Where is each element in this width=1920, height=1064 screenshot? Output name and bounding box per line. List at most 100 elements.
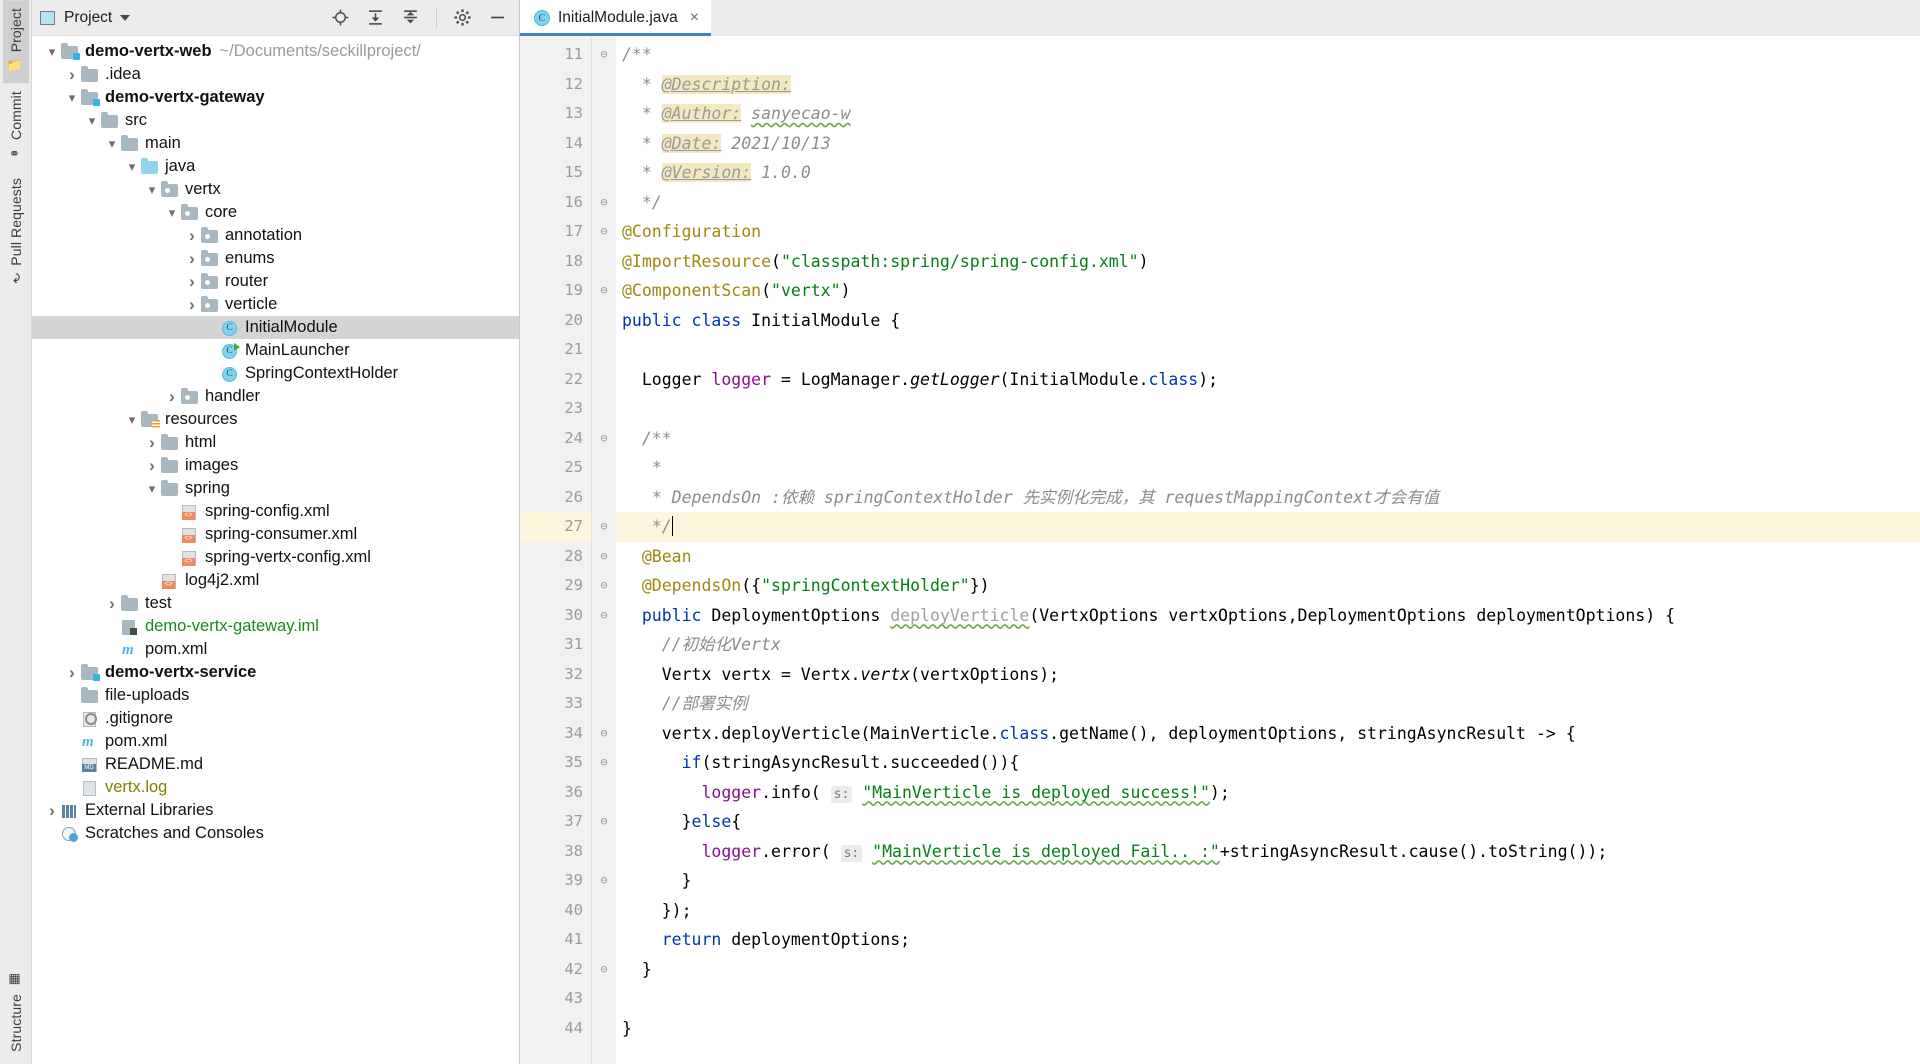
fold-marker[interactable]: ⊖ [592,571,616,601]
tree-expand-arrow[interactable] [104,595,120,612]
code-line[interactable]: logger.error( s: "MainVerticle is deploy… [616,837,1920,867]
tree-expand-arrow[interactable] [64,66,80,83]
tree-expand-arrow[interactable] [64,91,80,105]
fold-marker[interactable]: ⊖ [592,188,616,218]
tree-expand-arrow[interactable] [184,296,200,313]
tree-expand-arrow[interactable] [44,802,60,819]
tree-row[interactable]: resources [32,408,519,431]
tree-expand-arrow[interactable] [144,183,160,197]
code-folding-gutter[interactable]: ⊖⊖⊖⊖⊖⊖⊖⊖⊖⊖⊖⊖⊖⊖ [592,36,616,1064]
code-line[interactable]: vertx.deployVerticle(MainVerticle.class.… [616,719,1920,749]
code-line[interactable]: public DeploymentOptions deployVerticle(… [616,601,1920,631]
fold-marker[interactable]: ⊖ [592,542,616,572]
tree-row[interactable]: file-uploads [32,684,519,707]
code-line[interactable]: //部署实例 [616,689,1920,719]
fold-marker[interactable] [592,158,616,188]
code-line[interactable]: Vertx vertx = Vertx.vertx(vertxOptions); [616,660,1920,690]
tree-expand-arrow[interactable] [184,227,200,244]
locate-icon[interactable] [331,8,350,27]
tree-row[interactable]: README.md [32,753,519,776]
fold-marker[interactable] [592,778,616,808]
tree-expand-arrow[interactable] [124,413,140,427]
fold-marker[interactable]: ⊖ [592,866,616,896]
tree-row[interactable]: src [32,109,519,132]
code-line[interactable]: * @Description: [616,70,1920,100]
fold-marker[interactable] [592,129,616,159]
code-line[interactable] [616,335,1920,365]
fold-marker[interactable] [592,984,616,1014]
tree-expand-arrow[interactable] [144,457,160,474]
fold-marker[interactable] [592,453,616,483]
code-line[interactable] [616,984,1920,1014]
code-line[interactable] [616,394,1920,424]
tree-expand-arrow[interactable] [164,206,180,220]
fold-marker[interactable]: ⊖ [592,217,616,247]
tree-row[interactable]: .idea [32,63,519,86]
code-line[interactable]: * [616,453,1920,483]
tree-expand-arrow[interactable] [44,45,60,59]
fold-marker[interactable]: ⊖ [592,40,616,70]
tree-row[interactable]: vertx.log [32,776,519,799]
code-line[interactable]: @ImportResource("classpath:spring/spring… [616,247,1920,277]
fold-marker[interactable] [592,70,616,100]
code-line[interactable]: } [616,866,1920,896]
project-tree[interactable]: demo-vertx-web~/Documents/seckillproject… [32,36,519,1064]
tree-row[interactable]: log4j2.xml [32,569,519,592]
code-line[interactable]: }else{ [616,807,1920,837]
tree-row[interactable]: core [32,201,519,224]
fold-marker[interactable] [592,1014,616,1044]
tree-row[interactable]: java [32,155,519,178]
tree-expand-arrow[interactable] [144,482,160,496]
tree-expand-arrow[interactable] [184,273,200,290]
editor-tab-initialmodule[interactable]: C InitialModule.java × [520,0,711,36]
code-line[interactable]: @DependsOn({"springContextHolder"}) [616,571,1920,601]
expand-all-icon[interactable] [366,8,385,27]
collapse-all-icon[interactable] [401,8,420,27]
fold-marker[interactable] [592,837,616,867]
hide-icon[interactable] [488,8,507,27]
code-line[interactable]: Logger logger = LogManager.getLogger(Ini… [616,365,1920,395]
fold-marker[interactable]: ⊖ [592,719,616,749]
fold-marker[interactable]: ⊖ [592,276,616,306]
code-line[interactable]: @Bean [616,542,1920,572]
tree-row[interactable]: annotation [32,224,519,247]
fold-marker[interactable] [592,925,616,955]
fold-marker[interactable] [592,660,616,690]
fold-marker[interactable] [592,689,616,719]
code-line[interactable]: * DependsOn :依赖 springContextHolder 先实例化… [616,483,1920,513]
tree-row[interactable]: images [32,454,519,477]
tool-tab-structure[interactable]: Structure ▦ [3,964,29,1060]
fold-marker[interactable]: ⊖ [592,424,616,454]
code-line[interactable]: */ [616,188,1920,218]
tree-expand-arrow[interactable] [124,160,140,174]
tree-row[interactable]: demo-vertx-service [32,661,519,684]
fold-marker[interactable] [592,247,616,277]
tree-expand-arrow[interactable] [144,434,160,451]
fold-marker[interactable] [592,630,616,660]
fold-marker[interactable] [592,394,616,424]
tree-expand-arrow[interactable] [64,664,80,681]
tree-expand-arrow[interactable] [84,114,100,128]
tool-tab-project[interactable]: 📁 Project [3,0,29,83]
code-line[interactable]: * @Date: 2021/10/13 [616,129,1920,159]
code-line[interactable]: @ComponentScan("vertx") [616,276,1920,306]
fold-marker[interactable]: ⊖ [592,512,616,542]
tree-row[interactable]: router [32,270,519,293]
code-line[interactable]: //初始化Vertx [616,630,1920,660]
tree-row[interactable]: verticle [32,293,519,316]
tree-row[interactable]: demo-vertx-gateway.iml [32,615,519,638]
code-line[interactable]: } [616,1014,1920,1044]
tree-row[interactable]: CInitialModule [32,316,519,339]
tool-tab-commit[interactable]: ⚭ Commit [3,83,29,170]
tree-row[interactable]: html [32,431,519,454]
tree-row[interactable]: main [32,132,519,155]
close-icon[interactable]: × [690,10,699,26]
tree-expand-arrow[interactable] [184,250,200,267]
code-line[interactable]: logger.info( s: "MainVerticle is deploye… [616,778,1920,808]
tree-row[interactable]: enums [32,247,519,270]
tree-row[interactable]: mpom.xml [32,638,519,661]
tree-row[interactable]: CSpringContextHolder [32,362,519,385]
tree-row[interactable]: handler [32,385,519,408]
code-line[interactable]: }); [616,896,1920,926]
tree-row[interactable]: spring-consumer.xml [32,523,519,546]
